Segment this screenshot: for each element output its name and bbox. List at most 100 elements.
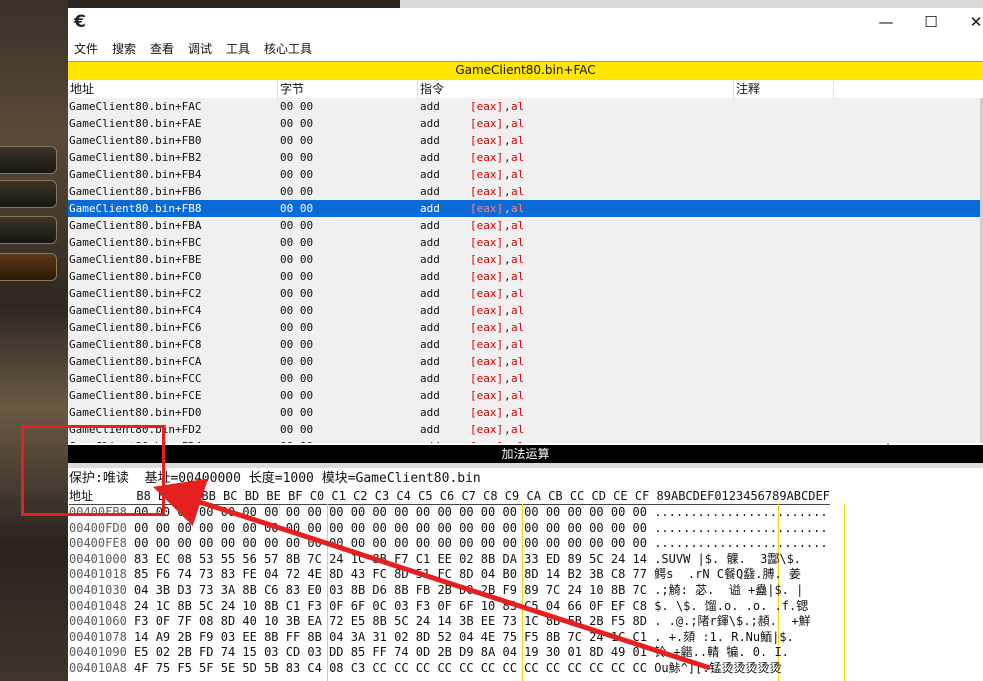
hex-line-bytes: 14 A9 2B F9 03 EE 8B FF 8B 04 3A 31 02 8…: [126, 629, 655, 644]
row-bytes: 00 00: [280, 117, 314, 130]
row-operand-reg: al: [511, 185, 525, 198]
row-address: GameClient80.bin+FC6: [69, 321, 202, 334]
row-operand-reg: al: [511, 438, 524, 443]
column-header-opcode[interactable]: 指令: [418, 80, 734, 98]
disasm-row[interactable]: GameClient80.bin+FD400 00add[eax],al: [68, 438, 980, 443]
hex-line-ascii: .SUVW |$. 髁. 3酃\$.: [654, 551, 802, 566]
disasm-row[interactable]: GameClient80.bin+FBE 00 00 add [eax], al: [68, 251, 980, 268]
disasm-row[interactable]: GameClient80.bin+FD2 00 00 add [eax], al: [68, 421, 980, 438]
disasm-row[interactable]: GameClient80.bin+FC4 00 00 add [eax], al: [68, 302, 980, 319]
row-operand-separator: ,: [504, 151, 511, 164]
hex-line-bytes: 4F 75 F5 5F 5E 5D 5B 83 C4 08 C3 CC CC C…: [126, 661, 655, 675]
hex-line-address: 004010A8: [69, 661, 127, 675]
hex-line-address: 00400FE8: [69, 536, 127, 551]
menu-view[interactable]: 查看: [150, 40, 174, 57]
hex-line-ascii: 鳄s .rN C餐Q鼗.膊. 姜: [654, 567, 801, 582]
menu-debug[interactable]: 调试: [188, 40, 212, 57]
menu-tools[interactable]: 工具: [226, 40, 250, 57]
hex-line[interactable]: 00401000 83 EC 08 53 55 56 57 8B 7C 24 1…: [69, 552, 801, 568]
disasm-row[interactable]: GameClient80.bin+FC6 00 00 add [eax], al: [68, 319, 980, 336]
disasm-row[interactable]: GameClient80.bin+FCE 00 00 add [eax], al: [68, 387, 980, 404]
disasm-row[interactable]: GameClient80.bin+FCA 00 00 add [eax], al: [68, 353, 980, 370]
column-header-address[interactable]: 地址: [68, 80, 278, 98]
column-header-comment[interactable]: 注释: [734, 80, 834, 98]
row-operand-reg: al: [511, 406, 525, 419]
hex-line-ascii: . .@.;陼r鍕\$.;頳. +鮮: [654, 614, 811, 629]
row-mnemonic: add: [420, 355, 440, 368]
disasm-row[interactable]: GameClient80.bin+FBC 00 00 add [eax], al: [68, 234, 980, 251]
disasm-row[interactable]: GameClient80.bin+FCC 00 00 add [eax], al: [68, 370, 980, 387]
row-operand-separator: ,: [504, 236, 511, 249]
row-address: GameClient80.bin+FC2: [69, 287, 202, 300]
row-operand-separator: ,: [504, 389, 511, 402]
maximize-button[interactable]: ☐: [908, 10, 954, 34]
hex-line[interactable]: 00401018 85 F6 74 73 83 FE 04 72 4E 8D 4…: [69, 567, 801, 583]
row-operand-mem: [eax]: [470, 151, 504, 164]
row-operand-reg: al: [511, 423, 525, 436]
disasm-row[interactable]: GameClient80.bin+FB2 00 00 add [eax], al: [68, 149, 980, 166]
row-bytes: 00 00: [280, 372, 314, 385]
disassembler-list[interactable]: GameClient80.bin+FAC 00 00 add [eax], al Game…: [68, 98, 983, 443]
disasm-row[interactable]: GameClient80.bin+FC0 00 00 add [eax], al: [68, 268, 980, 285]
hex-line[interactable]: 00400FE8 00 00 00 00 00 00 00 00 00 00 0…: [69, 536, 828, 552]
row-operand-reg: al: [511, 134, 525, 147]
disasm-row[interactable]: GameClient80.bin+FC2 00 00 add [eax], al: [68, 285, 980, 302]
hex-line[interactable]: 00401030 04 3B D3 73 3A 8B C6 83 E0 03 8…: [69, 583, 803, 599]
disasm-row[interactable]: GameClient80.bin+FAE 00 00 add [eax], al: [68, 115, 980, 132]
background-window-edge: [400, 0, 983, 8]
row-operand-reg: al: [511, 338, 525, 351]
hex-line-bytes: 04 3B D3 73 3A 8B C6 83 E0 03 8B D6 8B F…: [126, 583, 655, 597]
disasm-column-headers: 地址 字节 指令 注释: [68, 80, 983, 99]
row-operand-reg: al: [511, 355, 525, 368]
hex-line[interactable]: 00401078 14 A9 2B F9 03 EE 8B FF 8B 04 3…: [69, 630, 794, 646]
hex-line-ascii: 铃.+龤..輤 犏. 0. I.: [654, 645, 789, 660]
hex-line-ascii: $. \$. 馏.o. .o. .f.锶: [654, 598, 809, 613]
menu-file[interactable]: 文件: [74, 40, 98, 57]
hex-line[interactable]: 00400FD0 00 00 00 00 00 00 00 00 00 00 0…: [69, 521, 828, 537]
row-address: GameClient80.bin+FCC: [69, 372, 202, 385]
title-bar: € — ☐ ✕: [68, 8, 983, 36]
row-mnemonic: add: [420, 202, 440, 215]
row-mnemonic: add: [420, 253, 440, 266]
row-bytes: 00 00: [280, 236, 314, 249]
disasm-row[interactable]: GameClient80.bin+FD0 00 00 add [eax], al: [68, 404, 980, 421]
close-button[interactable]: ✕: [953, 10, 983, 34]
hex-line[interactable]: 00401090 E5 02 2B FD 74 15 03 CD 03 DD 8…: [69, 645, 789, 661]
game-ui-slot: [0, 216, 57, 244]
menu-search[interactable]: 搜索: [112, 40, 136, 57]
hex-line[interactable]: 004010A8 4F 75 F5 5F 5E 5D 5B 83 C4 08 C…: [69, 661, 782, 677]
row-address: GameClient80.bin+FBC: [69, 236, 202, 249]
row-operand-separator: ,: [504, 355, 511, 368]
hex-line[interactable]: 00401048 24 1C 8B 5C 24 10 8B C1 F3 0F 6…: [69, 599, 808, 615]
disasm-row[interactable]: GameClient80.bin+FB0 00 00 add [eax], al: [68, 132, 980, 149]
disasm-row[interactable]: GameClient80.bin+FBA 00 00 add [eax], al: [68, 217, 980, 234]
row-operand-reg: al: [511, 270, 525, 283]
row-operand-separator: ,: [504, 438, 511, 443]
row-operand-separator: ,: [504, 117, 511, 130]
row-address: GameClient80.bin+FC8: [69, 338, 202, 351]
row-mnemonic: add: [420, 389, 440, 402]
hex-line-address: 00400FD0: [69, 520, 127, 535]
menu-core-tools[interactable]: 核心工具: [264, 40, 312, 57]
cheat-engine-icon: €: [74, 12, 86, 32]
row-bytes: 00 00: [280, 389, 314, 402]
row-operand-mem: [eax]: [470, 117, 504, 130]
hex-view[interactable]: 保护:唯读 基址=00400000 长度=1000 模块=GameClient8…: [68, 468, 983, 681]
disasm-row[interactable]: GameClient80.bin+FAC 00 00 add [eax], al: [68, 98, 980, 115]
hex-line[interactable]: 00400FB8 00 00 00 00 00 00 00 00 00 00 0…: [69, 505, 828, 521]
disasm-row[interactable]: GameClient80.bin+FB4 00 00 add [eax], al: [68, 166, 980, 183]
disasm-row[interactable]: GameClient80.bin+FC8 00 00 add [eax], al: [68, 336, 980, 353]
minimize-button[interactable]: —: [863, 10, 909, 34]
row-operand-mem: [eax]: [470, 321, 504, 334]
hex-line[interactable]: 00401060 F3 0F 7F 08 8D 40 10 3B EA 72 E…: [69, 614, 811, 630]
row-operand-reg: al: [511, 202, 525, 215]
column-header-bytes[interactable]: 字节: [278, 80, 418, 98]
hex-line-bytes: 00 00 00 00 00 00 00 00 00 00 00 00 00 0…: [126, 505, 655, 519]
row-operand-reg: al: [511, 253, 525, 266]
game-ui-slot: [0, 146, 57, 174]
disasm-row[interactable]: GameClient80.bin+FB6 00 00 add [eax], al: [68, 183, 980, 200]
disasm-row[interactable]: GameClient80.bin+FB8 00 00 add [eax], al: [68, 200, 980, 217]
row-address: GameClient80.bin+FCE: [69, 389, 202, 402]
hex-line-ascii: . +.頦 :1. R.Nu鮞|$.: [654, 629, 794, 644]
row-operand-reg: al: [511, 100, 525, 113]
